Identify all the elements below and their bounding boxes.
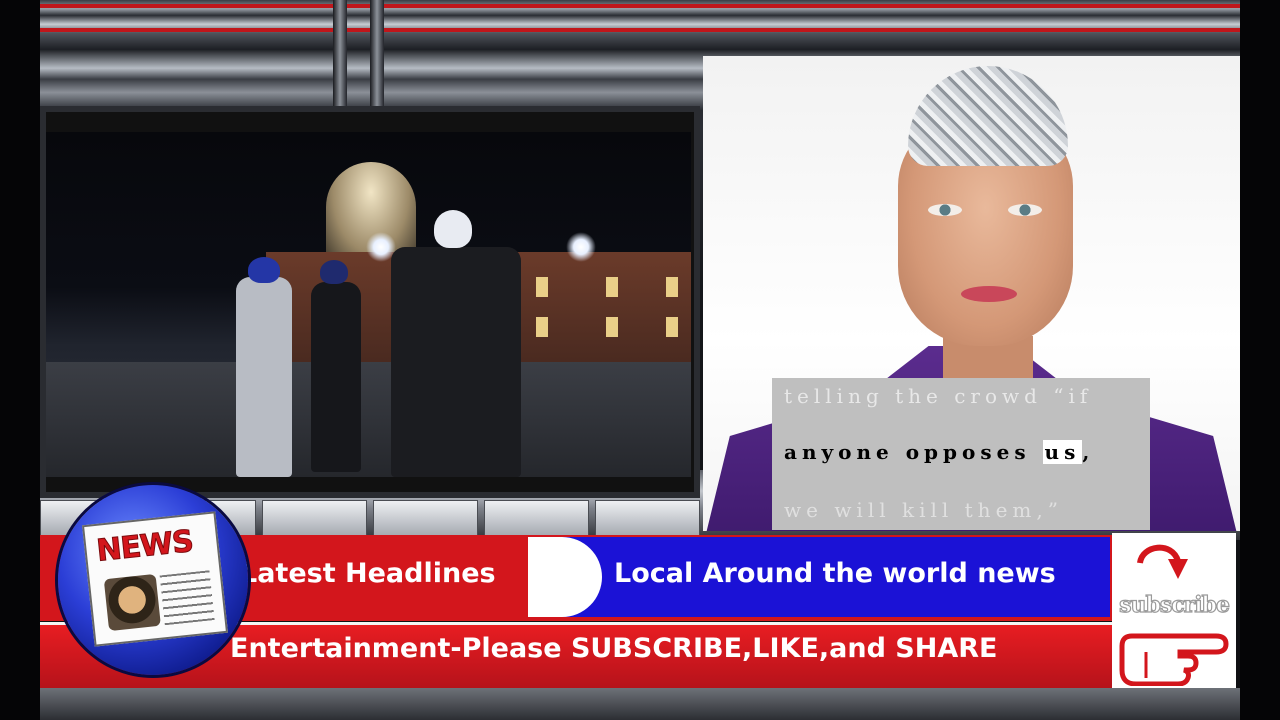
night-scene-image xyxy=(46,132,691,477)
frame-pillar xyxy=(370,0,384,110)
ticker-text: Entertainment-Please SUBSCRIBE,LIKE,and … xyxy=(230,633,998,664)
parking-lot xyxy=(46,362,691,477)
robot-lips xyxy=(961,286,1017,302)
frame-red-line xyxy=(40,28,1240,32)
newspaper-text-lines xyxy=(159,570,215,626)
bottom-strip xyxy=(40,688,1240,720)
subtitle-box: telling the crowd “if anyone opposes us,… xyxy=(772,378,1150,530)
frame-red-line xyxy=(40,4,1240,8)
robot-eye xyxy=(1008,204,1042,216)
subtitle-line-2: anyone opposes us, xyxy=(784,440,1095,464)
latest-headlines-label: Latest Headlines xyxy=(240,558,496,589)
world-news-label: Local Around the world news xyxy=(614,558,1056,589)
pointing-hand-icon xyxy=(1119,633,1229,686)
newspaper-photo xyxy=(103,573,161,632)
flood-light xyxy=(566,232,596,262)
subtitle-highlight: us xyxy=(1042,440,1083,464)
curved-arrow-icon xyxy=(1137,544,1188,579)
person-figure xyxy=(236,277,292,477)
person-figure xyxy=(311,282,361,472)
news-logo-word: NEWS xyxy=(94,523,195,569)
right-edge xyxy=(1240,0,1280,720)
subtitle-line-1: telling the crowd “if xyxy=(784,384,1093,408)
subtitle-line-3: we will kill them,” xyxy=(784,498,1063,522)
left-edge xyxy=(0,0,40,720)
newspaper-icon: NEWS xyxy=(81,511,229,647)
robot-head-cap xyxy=(908,66,1068,166)
person-figure xyxy=(391,247,521,477)
robot-eye xyxy=(928,204,962,216)
frame-pillar xyxy=(333,0,347,110)
subscribe-label[interactable]: subscribe xyxy=(1112,591,1236,618)
left-video-frame xyxy=(40,106,700,498)
